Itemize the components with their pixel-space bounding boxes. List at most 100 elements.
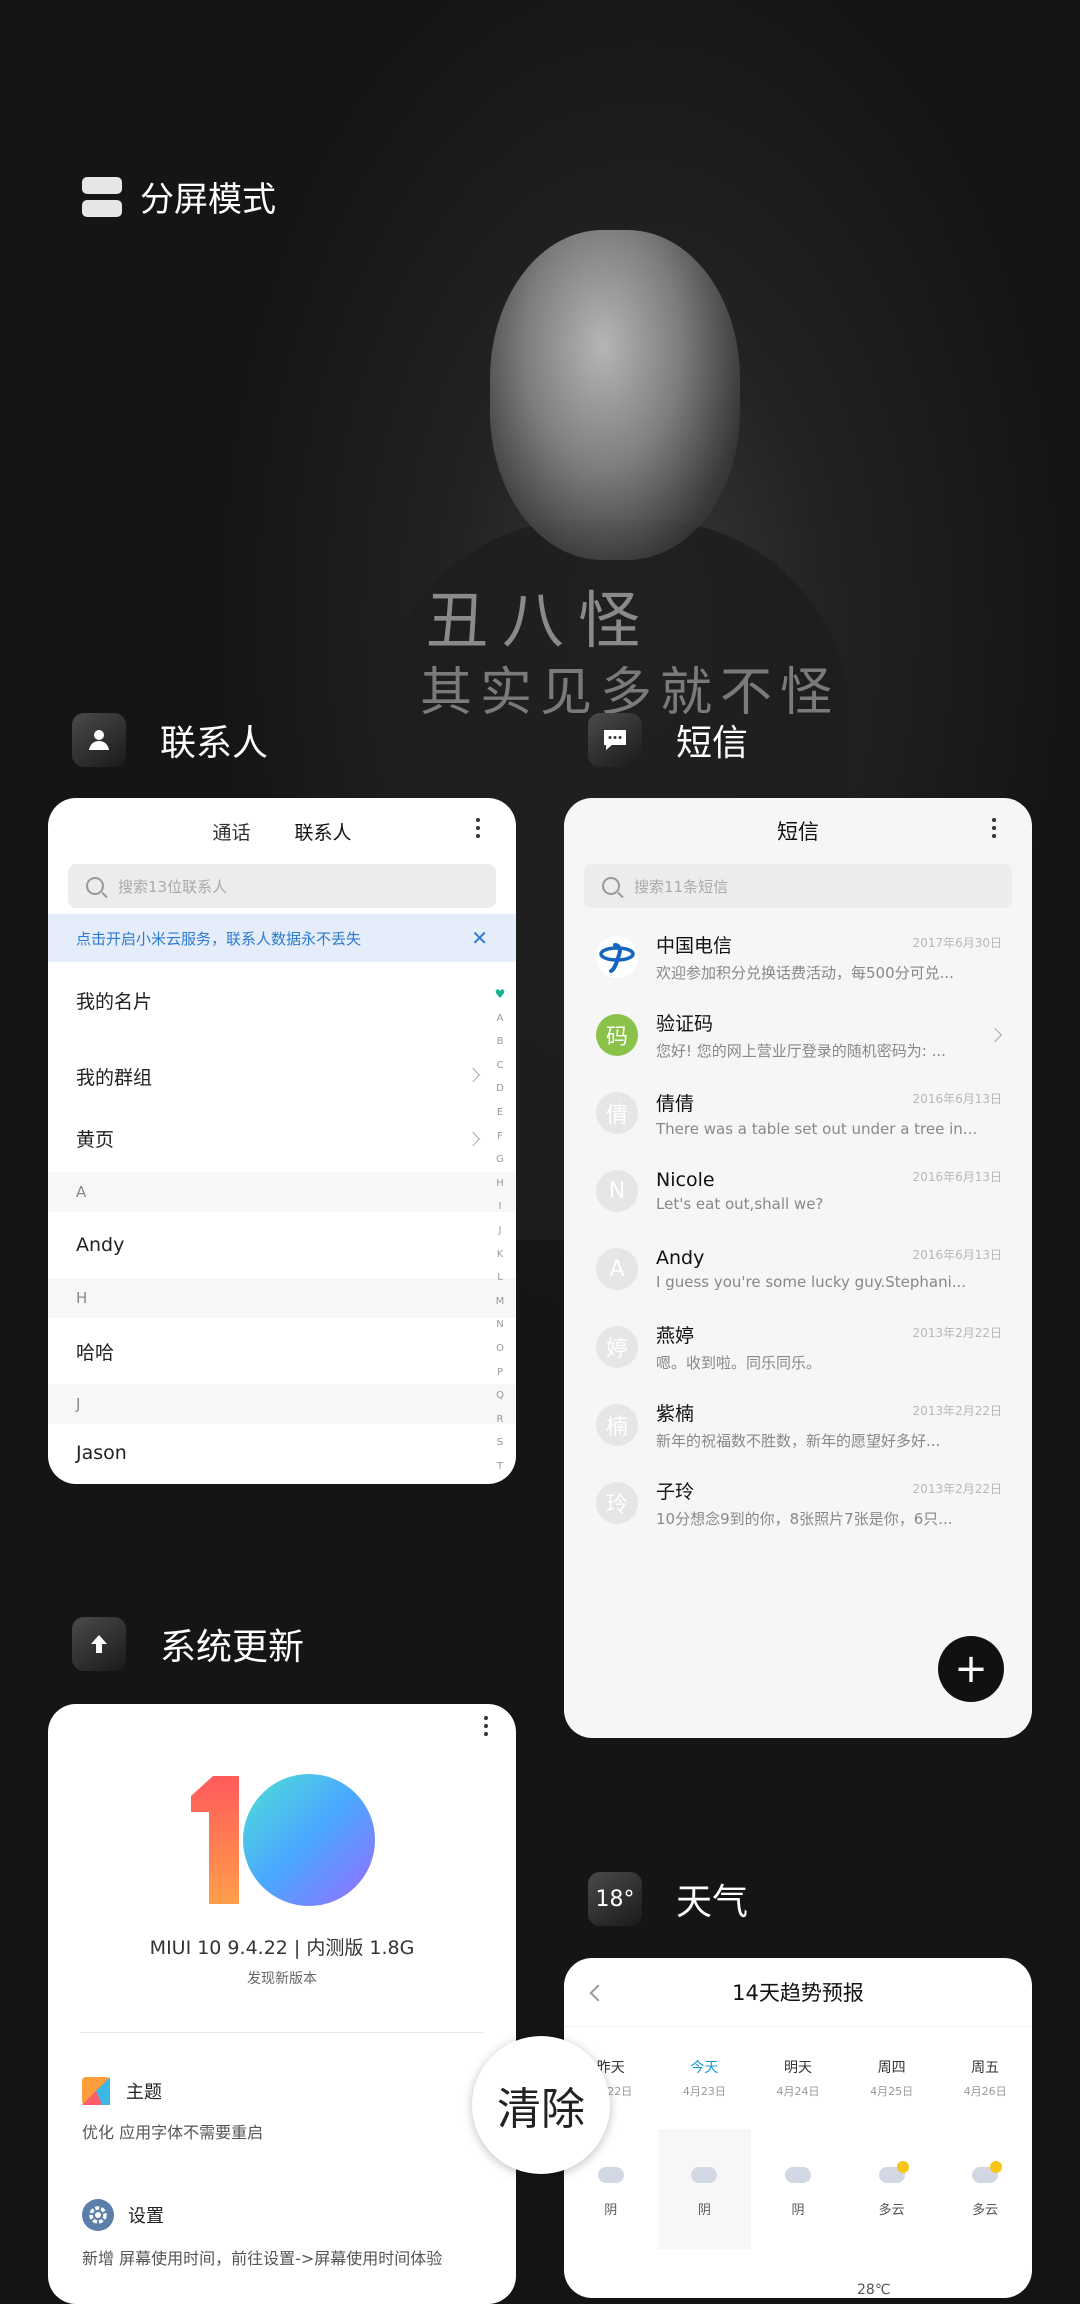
settings-gear-icon [82, 2199, 114, 2231]
tab-contacts[interactable]: 联系人 [295, 818, 352, 845]
forecast-days: 昨天 4月22日 今天 4月23日 明天 4月24日 周四 4月25日 周五 4月26日 [564, 2027, 1032, 2129]
message-avatar: N [596, 1170, 638, 1212]
my-groups-row[interactable]: 我的群组 [48, 1038, 516, 1114]
day-date: 4月24日 [776, 2085, 820, 2098]
wallpaper-text-line1: 丑八怪 [425, 584, 654, 657]
message-preview: 欢迎参加积分兑换话费活动，每500分可兑... [656, 964, 954, 982]
message-item[interactable]: 婷 燕婷 嗯。收到啦。同乐同乐。 2013年2月22日 [564, 1308, 1032, 1386]
update-app-header[interactable]: 系统更新 [72, 1617, 304, 1671]
update-app-name: 系统更新 [160, 1627, 305, 1668]
alpha-d: D [496, 1083, 504, 1095]
search-icon [86, 877, 104, 895]
contact-row[interactable]: 哈哈 [48, 1318, 516, 1384]
miui-10-logo-icon [191, 1774, 375, 1906]
temperature-label: 28℃ [857, 2282, 891, 2298]
alpha-o: O [496, 1342, 504, 1354]
day-date: 4月23日 [682, 2085, 726, 2098]
message-preview: I guess you're some lucky guy.Stephani..… [656, 1273, 967, 1291]
contacts-icon [72, 713, 126, 767]
weather-title-bar: 14天趋势预报 [564, 1958, 1032, 2027]
contact-row[interactable]: Andy [48, 1212, 516, 1278]
sms-title-bar: 短信 [564, 798, 1032, 864]
forecast-title: 14天趋势预报 [732, 1981, 864, 2005]
message-preview: Let's eat out,shall we? [656, 1195, 824, 1213]
more-icon[interactable] [476, 818, 482, 838]
alpha-e: E [496, 1106, 504, 1118]
alpha-t: T [496, 1460, 504, 1472]
message-avatar: 楠 [596, 1404, 638, 1446]
forecast-day: 周四 4月25日 [845, 2027, 939, 2129]
message-item[interactable]: N Nicole Let's eat out,shall we? 2016年6月1… [564, 1152, 1032, 1230]
more-icon[interactable] [992, 818, 998, 838]
more-icon[interactable] [484, 1716, 490, 1736]
changelog-item: 设置 新增 屏幕使用时间，前往设置->屏幕使用时间体验 [48, 2199, 516, 2269]
close-icon[interactable]: ✕ [471, 926, 488, 950]
contact-name: Jason [76, 1442, 127, 1464]
sms-search-input[interactable]: 搜索11条短信 [584, 864, 1012, 908]
contacts-app-header[interactable]: 联系人 [72, 713, 268, 767]
alphabet-index[interactable]: ♥ A B C D E F G H I J K L M N O P Q R S … [493, 983, 507, 1478]
my-groups-label: 我的群组 [76, 1066, 153, 1089]
condition-label: 阴 [697, 2203, 711, 2218]
message-date: 2016年6月13日 [912, 1092, 1002, 1106]
sms-title: 短信 [777, 820, 819, 844]
sms-card[interactable]: 短信 搜索11条短信 中国电信 欢迎参加积分兑换话费活动，每500分可兑... 2… [564, 798, 1032, 1738]
condition-label: 多云 [972, 2203, 999, 2218]
update-status: 发现新版本 [247, 1971, 317, 1987]
clear-all-button[interactable]: 清除 [472, 2036, 610, 2174]
yellow-pages-row[interactable]: 黄页 [48, 1114, 516, 1162]
cloud-icon [784, 2167, 811, 2183]
partly-cloudy-icon [972, 2161, 1003, 2183]
contacts-card[interactable]: 通话 联系人 搜索13位联系人 点击开启小米云服务，联系人数据永不丢失 ✕ 我的… [48, 798, 516, 1484]
changelog-desc: 优化 应用字体不需要重启 [82, 2123, 264, 2142]
weather-icon: 18° [588, 1872, 642, 1926]
chevron-right-icon [465, 1131, 481, 1147]
changelog-title: 设置 [128, 2206, 164, 2227]
message-item[interactable]: 楠 紫楠 新年的祝福数不胜数，新年的愿望好多好... 2013年2月22日 [564, 1386, 1032, 1464]
day-label: 明天 [783, 2060, 812, 2076]
alpha-c: C [496, 1059, 504, 1071]
message-item[interactable]: 倩 倩倩 There was a table set out under a tr… [564, 1074, 1032, 1152]
split-mode-button[interactable]: 分屏模式 [82, 172, 276, 221]
day-label: 周四 [877, 2060, 906, 2076]
weather-app-header[interactable]: 18° 天气 [588, 1872, 748, 1926]
partly-cloudy-icon [878, 2161, 909, 2183]
condition-cell: 阴 [751, 2129, 845, 2249]
message-item[interactable]: 中国电信 欢迎参加积分兑换话费活动，每500分可兑... 2017年6月30日 [564, 918, 1032, 996]
forecast-day: 周五 4月26日 [938, 2027, 1032, 2129]
back-chevron-icon[interactable] [589, 1984, 607, 2002]
my-card-row[interactable]: 我的名片 [48, 962, 516, 1038]
message-item[interactable]: 码 验证码 您好! 您的网上营业厅登录的随机密码为: ... [564, 996, 1032, 1074]
contacts-app-name: 联系人 [160, 723, 269, 764]
new-message-button[interactable]: + [938, 1636, 1004, 1702]
contacts-search-input[interactable]: 搜索13位联系人 [68, 864, 496, 908]
message-avatar: 倩 [596, 1092, 638, 1134]
system-update-card[interactable]: MIUI 10 9.4.22 | 内测版 1.8G 发现新版本 主题 优化 应用… [48, 1704, 516, 2304]
section-header: J [48, 1384, 516, 1424]
weather-app-name: 天气 [676, 1882, 749, 1923]
alpha-h: H [496, 1177, 504, 1189]
message-preview: There was a table set out under a tree i… [656, 1119, 978, 1138]
china-telecom-logo-icon [596, 936, 638, 978]
cloud-service-banner[interactable]: 点击开启小米云服务，联系人数据永不丢失 ✕ [48, 914, 516, 962]
message-date: 2013年2月22日 [912, 1404, 1002, 1418]
sms-app-header[interactable]: 短信 [588, 713, 748, 767]
condition-label: 多云 [878, 2203, 905, 2218]
contact-row[interactable]: Jason [48, 1424, 516, 1482]
condition-cell: 多云 [845, 2129, 939, 2249]
search-icon [602, 877, 620, 895]
message-sender: 验证码 [656, 1013, 714, 1035]
tab-calls[interactable]: 通话 [212, 818, 250, 845]
message-item[interactable]: A Andy I guess you're some lucky guy.Step… [564, 1230, 1032, 1308]
day-label: 今天 [690, 2060, 719, 2076]
condition-cell: 阴 [657, 2129, 752, 2249]
weather-card[interactable]: 14天趋势预报 昨天 4月22日 今天 4月23日 明天 4月24日 周四 4月25日 … [564, 1958, 1032, 2298]
wallpaper-figure-head [490, 230, 740, 560]
alpha-n: N [496, 1319, 504, 1331]
message-item[interactable]: 玲 子玲 10分想念9到的你，8张照片7张是你，6只... 2013年2月22日 [564, 1464, 1032, 1542]
theme-icon [82, 2077, 110, 2105]
yellow-pages-label: 黄页 [76, 1128, 115, 1151]
alpha-a: A [496, 1012, 504, 1024]
day-date: 4月26日 [963, 2085, 1007, 2098]
condition-label: 阴 [604, 2203, 618, 2218]
